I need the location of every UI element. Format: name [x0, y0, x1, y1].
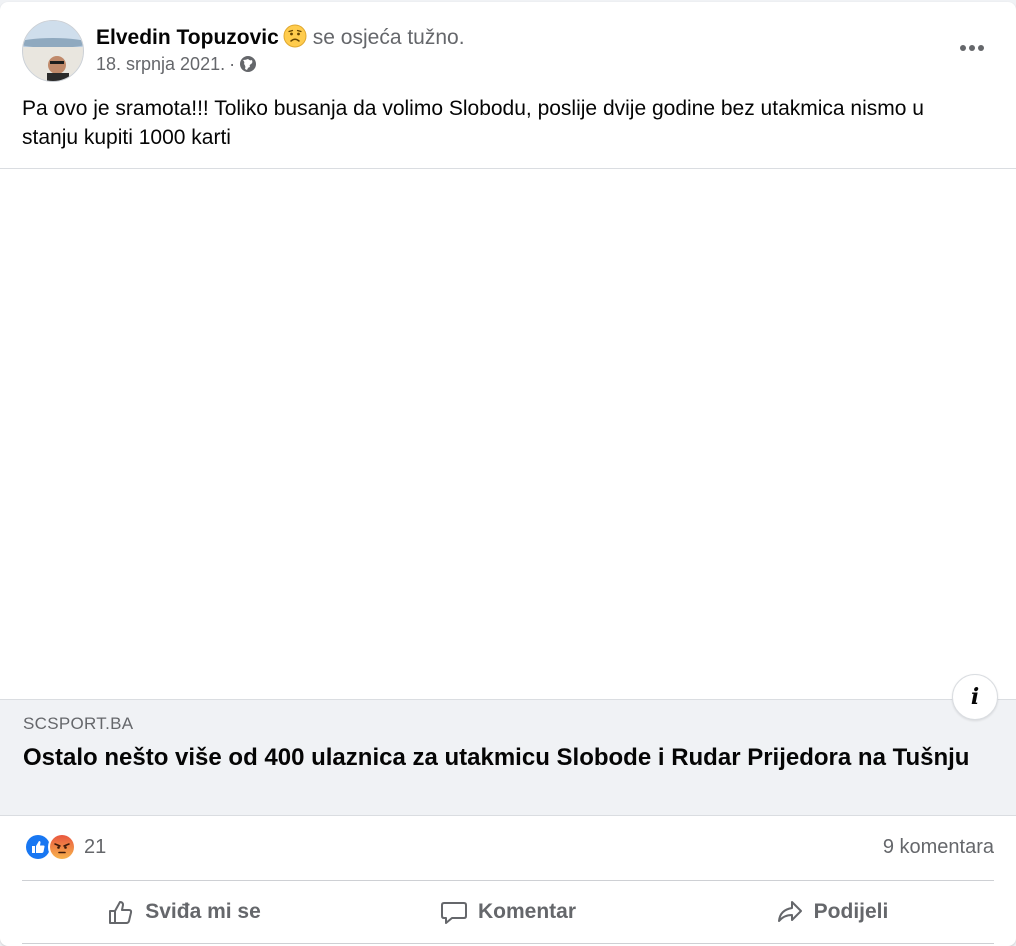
share-label: Podijeli [813, 900, 889, 923]
sad-face-icon [283, 24, 307, 48]
post-meta: 18. srpnja 2021. · [96, 54, 257, 75]
post-date[interactable]: 18. srpnja 2021. [96, 54, 225, 74]
more-options-button[interactable] [952, 28, 992, 68]
link-title[interactable]: Ostalo nešto više od 400 ulaznica za uta… [23, 742, 983, 773]
meta-separator: · [229, 54, 236, 74]
more-dots-icon [960, 45, 984, 51]
info-icon: i [970, 684, 980, 710]
comment-button[interactable]: Komentar [346, 881, 670, 943]
link-preview-image[interactable] [0, 168, 1016, 699]
comment-icon [440, 902, 467, 924]
post-card: Elvedin Topuzovic se osjeća tužno. 18. sr… [0, 2, 1016, 946]
link-preview-box[interactable]: SCSPORT.BA Ostalo nešto više od 400 ulaz… [0, 699, 1016, 816]
avatar[interactable] [22, 20, 84, 82]
action-bar: Sviđa mi se Komentar Podijeli [22, 880, 994, 944]
post-text: Pa ovo je sramota!!! Toliko busanja da v… [22, 97, 924, 149]
share-icon [777, 901, 802, 922]
feeling-text: se osjeća tužno. [312, 26, 465, 49]
name-line: Elvedin Topuzovic se osjeća tužno. [96, 24, 465, 50]
comments-count[interactable]: 9 komentara [883, 836, 994, 859]
reaction-count: 21 [84, 835, 107, 858]
like-label: Sviđa mi se [145, 900, 261, 923]
author-name[interactable]: Elvedin Topuzovic [96, 26, 279, 49]
info-button[interactable]: i [952, 674, 998, 720]
post-header: Elvedin Topuzovic se osjeća tužno. 18. sr… [22, 20, 994, 84]
globe-icon [239, 55, 257, 73]
comment-label: Komentar [477, 900, 577, 923]
thumbs-up-icon [109, 901, 133, 924]
like-button[interactable]: Sviđa mi se [22, 881, 346, 943]
reactions-summary[interactable]: 21 [24, 832, 106, 862]
angry-icon [48, 833, 76, 861]
share-button[interactable]: Podijeli [670, 881, 994, 943]
link-domain: SCSPORT.BA [23, 714, 134, 733]
